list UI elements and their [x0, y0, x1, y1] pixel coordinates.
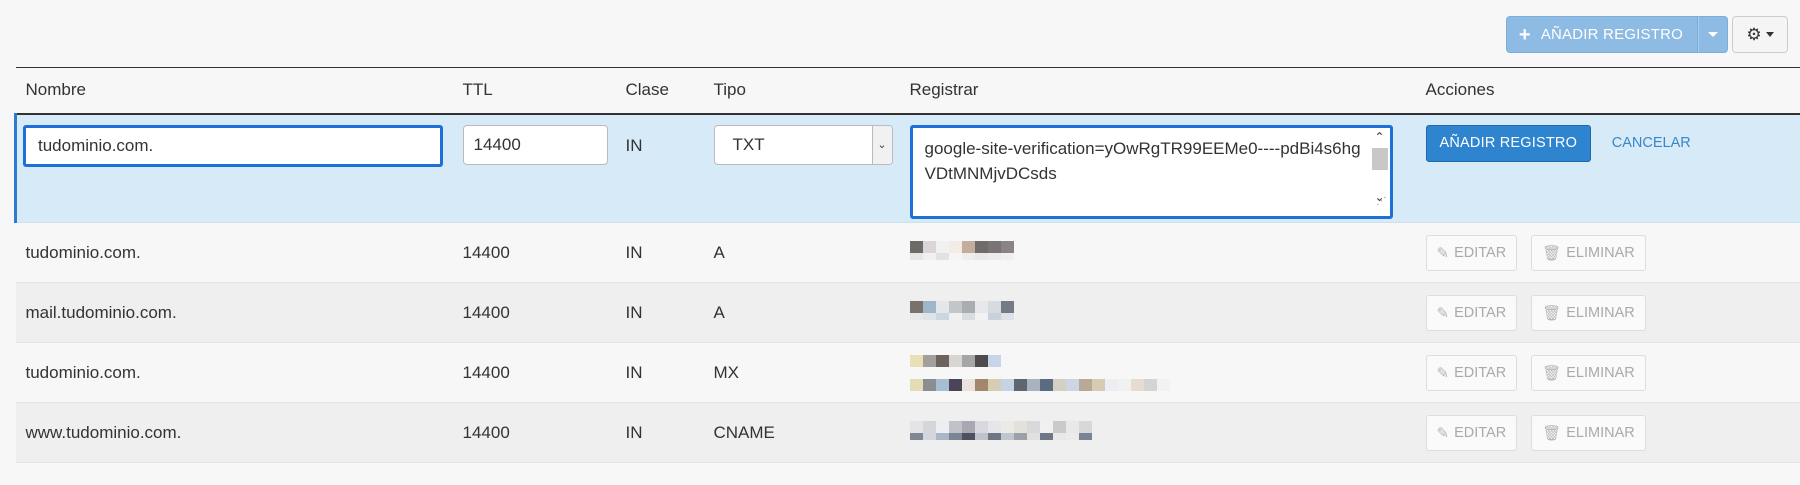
- pencil-icon: ✎: [1436, 424, 1450, 442]
- trash-icon: 🗑: [1542, 244, 1562, 262]
- resize-handle-icon[interactable]: ⋰: [1377, 189, 1387, 214]
- caret-down-icon: [1765, 32, 1774, 37]
- class-value: IN: [625, 135, 643, 155]
- delete-label: ELIMINAR: [1566, 364, 1635, 381]
- edit-label: EDITAR: [1454, 304, 1507, 321]
- type-select[interactable]: TXT ⌄: [713, 124, 893, 165]
- caret-down-icon: [1708, 32, 1718, 37]
- gear-icon: ⚙: [1746, 24, 1762, 44]
- row-actions: ✎ EDITAR 🗑 ELIMINAR: [1415, 402, 1800, 463]
- column-header-record: Registrar: [899, 67, 1416, 115]
- delete-button[interactable]: 🗑 ELIMINAR: [1531, 414, 1646, 451]
- delete-button[interactable]: 🗑 ELIMINAR: [1531, 294, 1646, 331]
- trash-icon: 🗑: [1542, 304, 1562, 322]
- record-name: www.tudominio.com.: [15, 402, 453, 463]
- add-record-button[interactable]: + AÑADIR REGISTRO: [1505, 16, 1698, 53]
- record-textarea[interactable]: google-site-verification=yOwRgTR99EEMe0-…: [909, 124, 1393, 219]
- record-name: tudominio.com.: [15, 222, 453, 283]
- record-class: IN: [615, 222, 704, 283]
- cancel-link[interactable]: CANCELAR: [1612, 125, 1691, 151]
- record-textarea-value: google-site-verification=yOwRgTR99EEMe0-…: [924, 138, 1361, 183]
- table-row: mail.tudominio.com. 14400 IN A ✎ EDITAR 🗑 E…: [15, 282, 1800, 343]
- select-arrow-icon: ⌄: [871, 125, 892, 164]
- delete-label: ELIMINAR: [1566, 424, 1635, 441]
- trash-icon: 🗑: [1542, 364, 1562, 382]
- column-header-name[interactable]: Nombre: [15, 67, 453, 115]
- record-class: IN: [615, 342, 704, 403]
- edit-button[interactable]: ✎ EDITAR: [1425, 354, 1518, 391]
- record-type: A: [703, 222, 900, 283]
- edit-button[interactable]: ✎ EDITAR: [1425, 294, 1518, 331]
- record-type: MX: [703, 342, 900, 403]
- record-ttl: 14400: [452, 402, 616, 463]
- record-type: CNAME: [703, 402, 900, 463]
- column-header-class: Clase: [615, 67, 704, 115]
- record-value-redacted: [899, 402, 1416, 463]
- edit-label: EDITAR: [1454, 244, 1507, 261]
- settings-button[interactable]: ⚙: [1732, 16, 1788, 53]
- edit-button[interactable]: ✎ EDITAR: [1425, 234, 1518, 271]
- scroll-thumb[interactable]: [1371, 147, 1388, 170]
- name-input[interactable]: tudominio.com.: [23, 124, 443, 167]
- pencil-icon: ✎: [1436, 304, 1450, 322]
- edit-label: EDITAR: [1454, 364, 1507, 381]
- table-header: Nombre TTL Clase Tipo Registrar Acciones: [15, 67, 1800, 115]
- delete-label: ELIMINAR: [1566, 304, 1635, 321]
- record-value-redacted: [899, 342, 1416, 403]
- column-header-actions: Acciones: [1415, 67, 1800, 115]
- save-record-button[interactable]: AÑADIR REGISTRO: [1425, 124, 1592, 162]
- edit-record-row: tudominio.com. 14400 IN TXT ⌄ google-sit…: [14, 113, 1800, 223]
- table-row: www.tudominio.com. 14400 IN CNAME ✎ EDITA…: [15, 402, 1800, 463]
- add-record-dropdown-button[interactable]: [1698, 16, 1728, 53]
- record-type: A: [703, 282, 900, 343]
- add-record-label: AÑADIR REGISTRO: [1540, 26, 1683, 43]
- table-row: tudominio.com. 14400 IN MX ✎ EDITAR 🗑 ELIMI…: [15, 342, 1800, 403]
- record-name: mail.tudominio.com.: [15, 282, 453, 343]
- record-ttl: 14400: [452, 282, 616, 343]
- record-name: tudominio.com.: [15, 342, 453, 403]
- scroll-up-icon[interactable]: ⌃: [1374, 130, 1384, 144]
- edit-label: EDITAR: [1454, 424, 1507, 441]
- record-ttl: 14400: [452, 222, 616, 283]
- pencil-icon: ✎: [1436, 244, 1450, 262]
- edit-button[interactable]: ✎ EDITAR: [1425, 414, 1518, 451]
- type-select-value: TXT: [732, 134, 765, 154]
- delete-label: ELIMINAR: [1566, 244, 1635, 261]
- column-header-type[interactable]: Tipo: [703, 67, 900, 115]
- dns-records-table: Nombre TTL Clase Tipo Registrar Acciones…: [14, 67, 1800, 463]
- pencil-icon: ✎: [1436, 364, 1450, 382]
- record-class: IN: [615, 282, 704, 343]
- record-ttl: 14400: [452, 342, 616, 403]
- record-value-redacted: [899, 222, 1416, 283]
- row-actions: ✎ EDITAR 🗑 ELIMINAR: [1415, 222, 1800, 283]
- table-row: tudominio.com. 14400 IN A ✎ EDITAR 🗑 ELIMIN…: [15, 222, 1800, 283]
- row-actions: ✎ EDITAR 🗑 ELIMINAR: [1415, 282, 1800, 343]
- record-value-redacted: [899, 282, 1416, 343]
- trash-icon: 🗑: [1542, 424, 1562, 442]
- toolbar: + AÑADIR REGISTRO ⚙: [1505, 16, 1788, 53]
- delete-button[interactable]: 🗑 ELIMINAR: [1531, 354, 1646, 391]
- plus-icon: +: [1518, 23, 1531, 46]
- record-class: IN: [615, 402, 704, 463]
- row-actions: ✎ EDITAR 🗑 ELIMINAR: [1415, 342, 1800, 403]
- column-header-ttl[interactable]: TTL: [452, 67, 616, 115]
- ttl-input[interactable]: 14400: [462, 124, 608, 165]
- delete-button[interactable]: 🗑 ELIMINAR: [1531, 234, 1646, 271]
